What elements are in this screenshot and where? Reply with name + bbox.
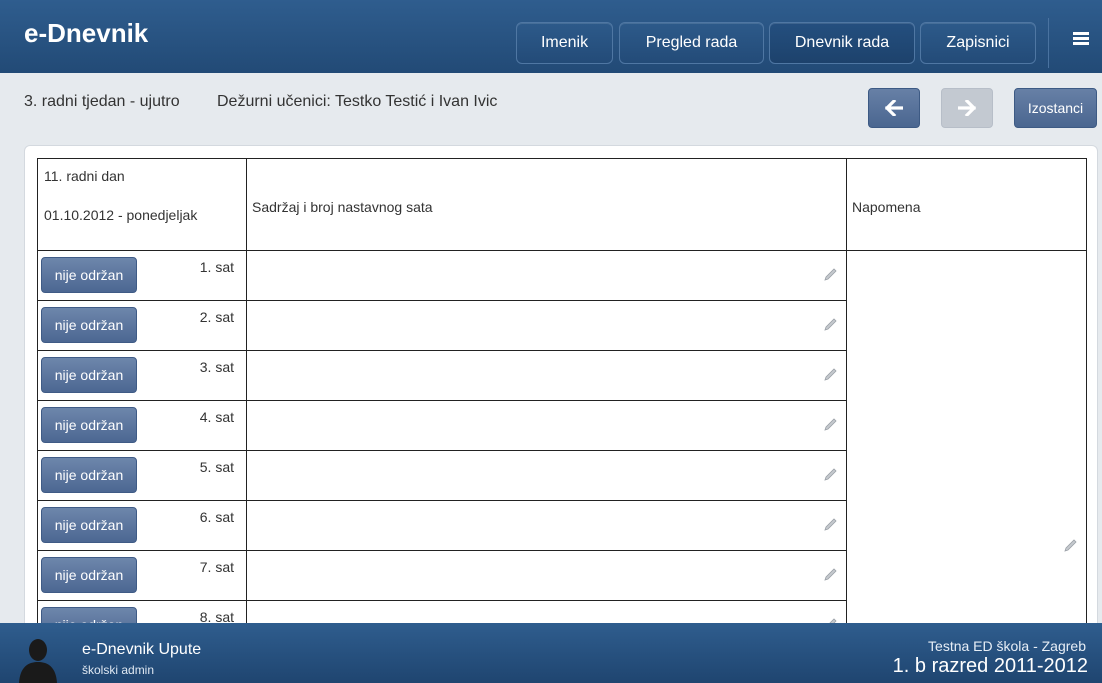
pencil-icon[interactable] — [823, 418, 837, 432]
pencil-icon[interactable] — [823, 318, 837, 332]
lesson-number-label: 3. sat — [199, 359, 234, 375]
lesson-content-cell[interactable] — [246, 500, 847, 551]
not-held-button[interactable]: nije održan — [41, 257, 137, 293]
day-number-label: 11. radni dan — [44, 168, 125, 184]
pencil-icon[interactable] — [823, 468, 837, 482]
duty-students-label: Dežurni učenici: Testko Testić i Ivan Iv… — [217, 93, 498, 110]
pencil-icon[interactable] — [823, 268, 837, 282]
lesson-content-cell[interactable] — [246, 400, 847, 451]
not-held-button[interactable]: nije održan — [41, 307, 137, 343]
footer-bar: e-Dnevnik Upute školski admin Testna ED … — [0, 623, 1102, 683]
note-header-cell: Napomena — [846, 158, 1087, 251]
not-held-button[interactable]: nije održan — [41, 407, 137, 443]
lesson-content-cell[interactable] — [246, 350, 847, 401]
class-label[interactable]: 1. b razred 2011-2012 — [893, 655, 1088, 678]
lesson-content-cell[interactable] — [246, 300, 847, 351]
lesson-content-cell[interactable] — [246, 450, 847, 501]
nav-imenik[interactable]: Imenik — [516, 22, 613, 64]
arrow-left-icon — [885, 100, 903, 116]
lesson-number-label: 2. sat — [199, 309, 234, 325]
pencil-icon[interactable] — [823, 368, 837, 382]
nav-zapisnici[interactable]: Zapisnici — [920, 22, 1036, 64]
week-label: 3. radni tjedan - ujutro — [24, 93, 180, 110]
app-brand[interactable]: e-Dnevnik — [24, 18, 148, 49]
nav-dnevnik-rada[interactable]: Dnevnik rada — [769, 22, 915, 64]
next-day-button[interactable] — [941, 88, 993, 128]
nav-divider — [1048, 18, 1049, 68]
hamburger-menu-icon[interactable] — [1073, 32, 1089, 46]
user-role: školski admin — [82, 663, 155, 677]
not-held-button[interactable]: nije održan — [41, 557, 137, 593]
lesson-number-label: 4. sat — [199, 409, 234, 425]
note-cell[interactable] — [846, 250, 1087, 630]
lesson-number-label: 5. sat — [199, 459, 234, 475]
lesson-number-label: 7. sat — [199, 559, 234, 575]
pencil-icon[interactable] — [1063, 539, 1077, 553]
day-header-cell: 11. radni dan 01.10.2012 - ponedjeljak — [37, 158, 247, 251]
nav-pregled-rada[interactable]: Pregled rada — [619, 22, 764, 64]
not-held-button[interactable]: nije održan — [41, 357, 137, 393]
user-silhouette-icon — [19, 639, 57, 683]
arrow-right-icon — [958, 100, 976, 116]
top-bar: e-Dnevnik Imenik Pregled rada Dnevnik ra… — [0, 0, 1102, 73]
pencil-icon[interactable] — [823, 518, 837, 532]
previous-day-button[interactable] — [868, 88, 920, 128]
help-link[interactable]: e-Dnevnik Upute — [82, 641, 201, 659]
school-name: Testna ED škola - Zagreb — [928, 638, 1086, 654]
not-held-button[interactable]: nije održan — [41, 507, 137, 543]
content-header-cell: Sadržaj i broj nastavnog sata — [246, 158, 847, 251]
lesson-number-label: 1. sat — [199, 259, 234, 275]
absences-button[interactable]: Izostanci — [1014, 88, 1097, 128]
lesson-content-cell[interactable] — [246, 250, 847, 301]
date-label: 01.10.2012 - ponedjeljak — [44, 207, 198, 223]
pencil-icon[interactable] — [823, 568, 837, 582]
note-header: Napomena — [852, 199, 921, 215]
lesson-content-cell[interactable] — [246, 550, 847, 601]
content-header: Sadržaj i broj nastavnog sata — [252, 199, 433, 215]
not-held-button[interactable]: nije održan — [41, 457, 137, 493]
lesson-number-label: 6. sat — [199, 509, 234, 525]
